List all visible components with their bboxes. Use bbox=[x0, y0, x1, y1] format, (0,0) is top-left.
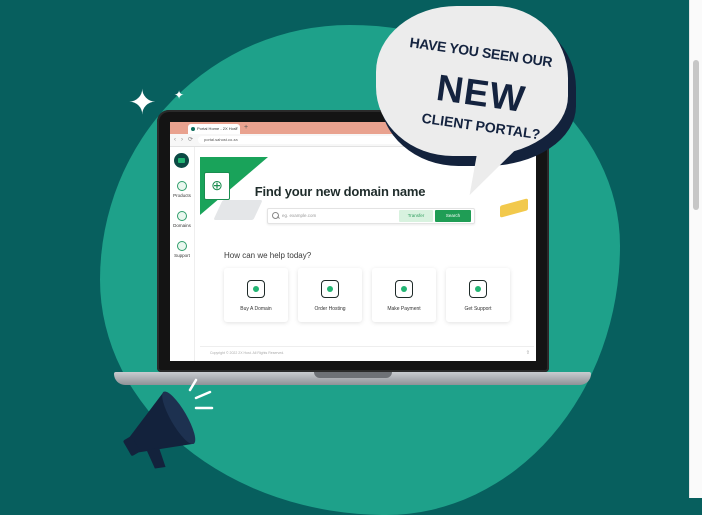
globe-icon bbox=[177, 211, 187, 221]
forward-button[interactable]: › bbox=[181, 136, 183, 144]
hero-card-illustration bbox=[500, 198, 528, 218]
globe-illustration-icon: ⊕ bbox=[211, 177, 223, 193]
domain-search-bar: eg. example.com Transfer Search bbox=[267, 208, 475, 224]
sparkle-small-icon: ✦ bbox=[174, 88, 185, 102]
sound-lines-icon bbox=[188, 378, 214, 410]
page-headline: Find your new domain name bbox=[254, 184, 426, 199]
card-make-payment[interactable]: Make Payment bbox=[372, 268, 436, 322]
sidebar-item-support[interactable]: Support bbox=[170, 241, 194, 258]
card-label: Buy A Domain bbox=[240, 306, 272, 312]
card-label: Get Support bbox=[464, 306, 492, 312]
card-label: Make Payment bbox=[387, 306, 421, 312]
brand-logo[interactable] bbox=[174, 153, 189, 168]
scroll-top-icon[interactable]: ⇧ bbox=[526, 347, 530, 359]
browser-tab[interactable]: Portal Home - 2X Host × bbox=[188, 124, 240, 134]
support-chat-icon bbox=[469, 280, 487, 298]
favicon-icon bbox=[191, 127, 195, 131]
new-tab-button[interactable]: + bbox=[244, 123, 248, 133]
help-heading: How can we help today? bbox=[224, 251, 312, 260]
hosting-box-icon bbox=[321, 280, 339, 298]
sidebar-item-label: Support bbox=[174, 253, 190, 258]
tab-close-icon[interactable]: × bbox=[235, 124, 238, 134]
laptop-notch bbox=[314, 372, 392, 378]
scrollbar-thumb[interactable] bbox=[693, 60, 699, 210]
reload-button[interactable]: ⟳ bbox=[188, 136, 193, 144]
search-icon bbox=[272, 212, 279, 219]
card-label: Order Hosting bbox=[314, 306, 346, 312]
card-order-hosting[interactable]: Order Hosting bbox=[298, 268, 362, 322]
portal-footer: Copyright © 2022 2X Host. All Rights Res… bbox=[200, 346, 534, 358]
box-icon bbox=[177, 181, 187, 191]
tab-title: Portal Home - 2X Host bbox=[197, 126, 238, 131]
sidebar-item-label: Domains bbox=[173, 223, 191, 228]
sidebar-item-domains[interactable]: Domains bbox=[170, 211, 194, 228]
payment-box-icon bbox=[395, 280, 413, 298]
sidebar-item-label: Products bbox=[173, 193, 191, 198]
promo-stage: ✦ ✦ Portal Home - 2X Host × + ‹ › ⟳ port… bbox=[0, 0, 702, 515]
copyright-text: Copyright © 2022 2X Host. All Rights Res… bbox=[210, 351, 285, 355]
portal-sidebar: Products Domains Support bbox=[170, 147, 195, 361]
transfer-button[interactable]: Transfer bbox=[399, 210, 433, 222]
card-buy-domain[interactable]: Buy A Domain bbox=[224, 268, 288, 322]
domain-icon bbox=[247, 280, 265, 298]
card-get-support[interactable]: Get Support bbox=[446, 268, 510, 322]
hero-globe-card: ⊕ bbox=[204, 172, 230, 200]
chat-icon bbox=[177, 241, 187, 251]
domain-search-input[interactable]: eg. example.com bbox=[282, 209, 316, 223]
search-button[interactable]: Search bbox=[435, 210, 471, 222]
page-scrollbar[interactable] bbox=[689, 0, 702, 498]
sidebar-item-products[interactable]: Products bbox=[170, 181, 194, 198]
sparkle-large-icon: ✦ bbox=[128, 84, 157, 122]
back-button[interactable]: ‹ bbox=[174, 136, 176, 144]
hero-laptop-illustration bbox=[213, 200, 263, 220]
